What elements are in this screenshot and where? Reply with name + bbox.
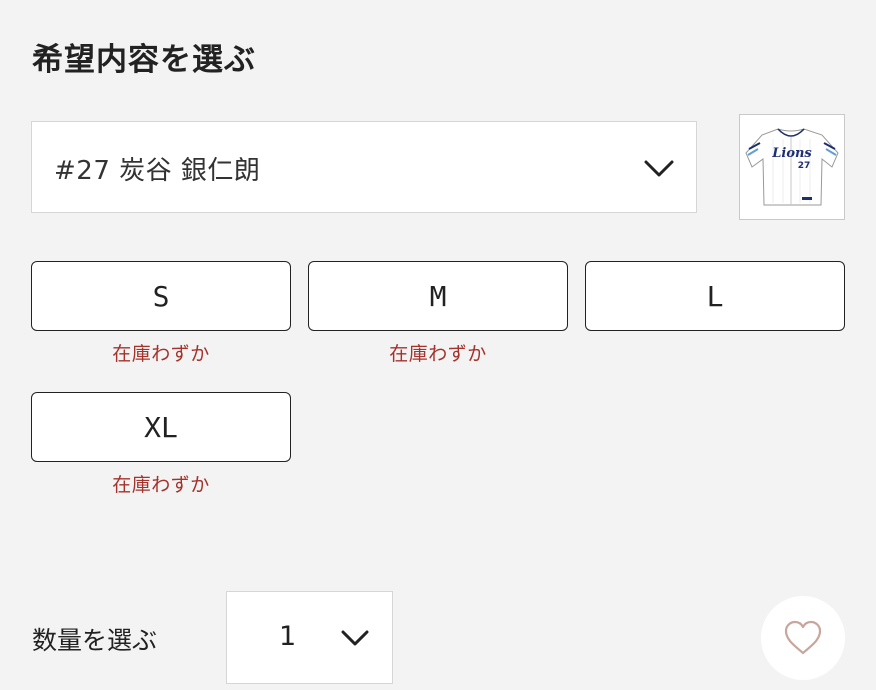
stock-note-xl: 在庫わずか (112, 474, 210, 496)
jersey-image: Lions 27 (745, 128, 839, 206)
size-label: M (429, 279, 447, 313)
chevron-down-icon (644, 160, 674, 177)
chevron-down-icon (341, 630, 369, 646)
jersey-team-text: Lions (771, 146, 812, 161)
stock-note-m: 在庫わずか (389, 343, 487, 365)
player-select[interactable]: #27 炭谷 銀仁朗 (31, 121, 697, 213)
jersey-number-text: 27 (798, 161, 811, 171)
quantity-label: 数量を選ぶ (32, 626, 158, 655)
size-button-l[interactable]: L (585, 261, 845, 331)
size-button-s[interactable]: S (31, 261, 291, 331)
size-button-xl[interactable]: XL (31, 392, 291, 462)
favorite-button[interactable] (761, 596, 845, 680)
size-label: L (706, 279, 724, 313)
heart-icon (784, 620, 822, 655)
quantity-value: 1 (279, 621, 297, 652)
size-button-m[interactable]: M (308, 261, 568, 331)
stock-note-s: 在庫わずか (112, 343, 210, 365)
quantity-select[interactable]: 1 (226, 591, 393, 684)
size-label: S (152, 279, 170, 313)
player-select-value: #27 炭谷 銀仁朗 (54, 156, 261, 186)
product-thumbnail[interactable]: Lions 27 (739, 114, 845, 220)
size-label: XL (144, 410, 178, 444)
section-title: 希望内容を選ぶ (32, 42, 256, 78)
